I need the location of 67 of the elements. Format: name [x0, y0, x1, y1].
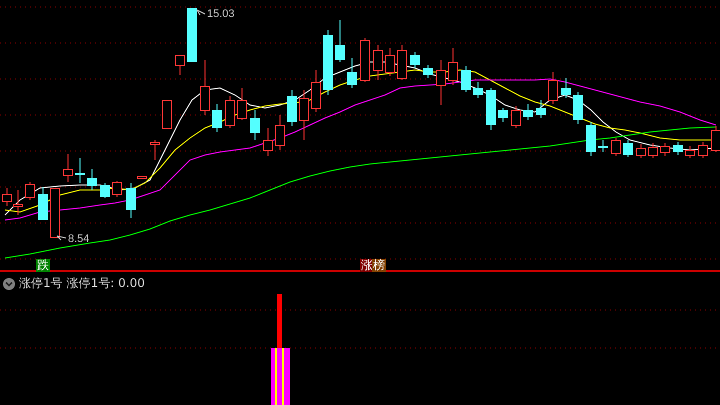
candlestick — [2, 188, 12, 206]
candlestick — [263, 128, 273, 156]
candlestick — [385, 48, 395, 76]
candlestick — [225, 96, 235, 128]
signal-tag: 榜 — [372, 259, 386, 272]
candlestick — [598, 140, 608, 152]
candlestick — [175, 54, 185, 76]
candlestick — [250, 110, 260, 140]
candlestick — [311, 70, 321, 112]
candlestick — [187, 8, 197, 62]
candlestick — [410, 52, 420, 68]
candlestick — [685, 146, 695, 158]
candlestick — [698, 142, 708, 158]
candlestick — [237, 88, 247, 120]
candlestick — [200, 60, 210, 116]
candlestick — [511, 106, 521, 128]
candlestick — [87, 168, 97, 190]
candlestick — [498, 108, 508, 122]
candlestick — [347, 58, 357, 88]
candlestick — [536, 100, 546, 118]
indicator-value: 涨停1号: 0.00 — [66, 275, 145, 292]
high-price-marker — [196, 10, 206, 16]
candlestick — [648, 142, 658, 158]
signal-tag: 跌 — [36, 259, 50, 272]
candlestick — [112, 180, 122, 198]
candlestick — [473, 82, 483, 98]
high-price-label: 15.03 — [207, 8, 235, 20]
candlestick — [397, 44, 407, 80]
candlestick — [660, 142, 670, 156]
candlestick — [423, 64, 433, 78]
candlestick — [561, 78, 571, 98]
candlestick — [673, 142, 683, 156]
candlestick — [100, 182, 110, 198]
candlestick — [63, 154, 73, 182]
candlestick — [711, 126, 720, 152]
candlestick — [486, 88, 496, 130]
candlestick — [548, 72, 558, 104]
candlestick — [299, 90, 309, 140]
low-price-marker — [56, 236, 66, 240]
candlestick — [573, 92, 583, 124]
collapse-icon[interactable] — [3, 278, 15, 290]
candlestick — [38, 186, 48, 220]
candlestick — [323, 30, 333, 96]
candlestick — [137, 176, 147, 179]
candlestick — [636, 144, 646, 158]
candlestick — [461, 66, 471, 92]
candlestick — [212, 104, 222, 132]
candlestick — [13, 190, 23, 216]
candlestick — [360, 38, 370, 82]
low-price-label: 8.54 — [68, 233, 90, 245]
candlestick — [126, 182, 136, 218]
candlestick — [586, 122, 596, 156]
candlestick — [275, 114, 285, 150]
candlestick — [373, 44, 383, 80]
candlestick — [287, 90, 297, 126]
candlestick — [75, 158, 85, 184]
candlestick — [436, 60, 446, 106]
candlestick — [150, 140, 160, 160]
candlestick — [25, 182, 35, 200]
indicator-name: 涨停1号 — [19, 275, 63, 292]
candlestick — [611, 138, 621, 156]
candlestick — [50, 188, 60, 238]
candlestick — [623, 140, 633, 158]
candlestick — [162, 100, 172, 129]
candlestick — [448, 48, 458, 86]
candlestick — [335, 20, 345, 62]
candlestick — [523, 104, 533, 120]
